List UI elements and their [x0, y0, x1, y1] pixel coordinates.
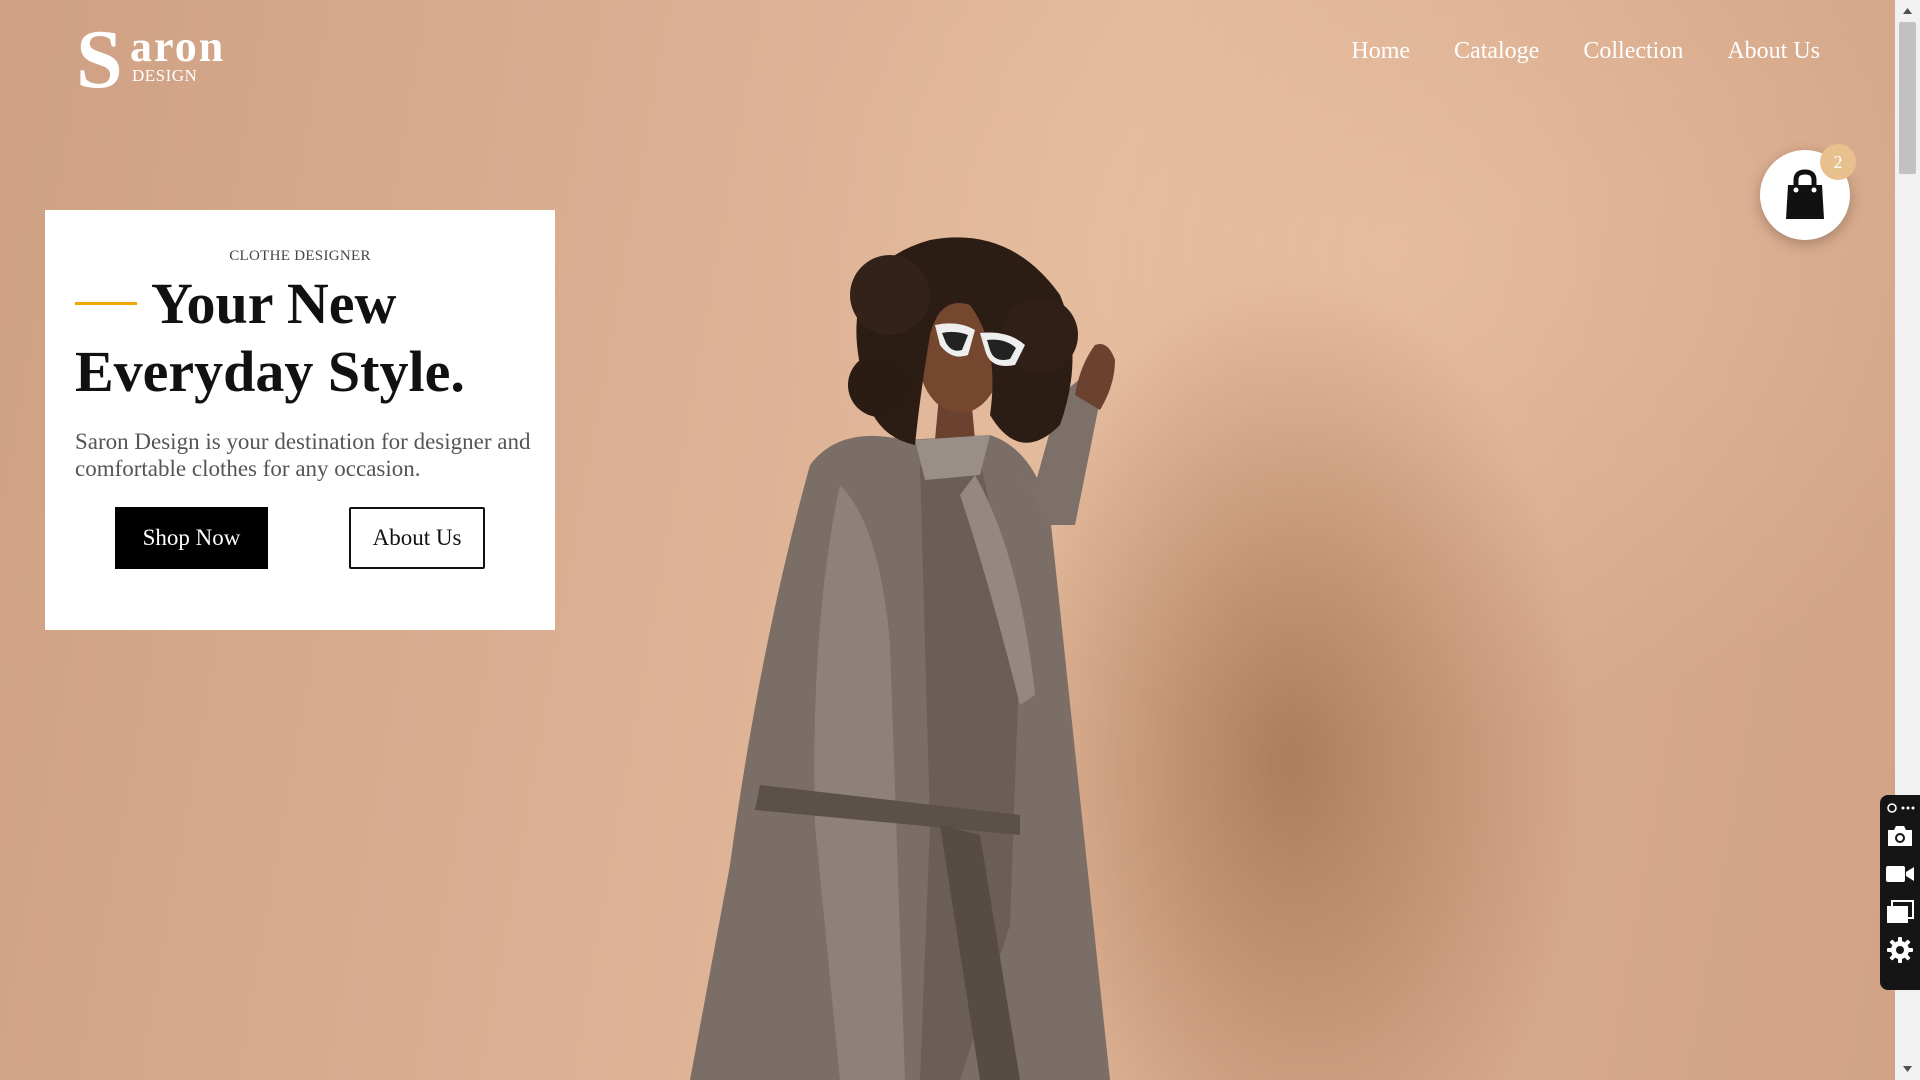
shopping-bag-icon	[1786, 169, 1824, 219]
scroll-thumb[interactable]	[1899, 22, 1916, 174]
camera-icon	[1888, 826, 1912, 846]
toolbar-menu[interactable]	[1886, 799, 1915, 817]
capture-toolbar	[1880, 795, 1920, 990]
video-icon	[1886, 866, 1914, 882]
cart-button[interactable]: 2	[1760, 144, 1856, 240]
screenshot-button[interactable]	[1883, 817, 1917, 855]
shop-now-button[interactable]: Shop Now	[115, 507, 268, 569]
window-icon	[1887, 900, 1914, 923]
nav-cataloge[interactable]: Cataloge	[1454, 38, 1539, 65]
logo-subtitle: DESIGN	[132, 66, 198, 85]
link-icon	[1886, 803, 1897, 813]
record-button[interactable]	[1883, 855, 1917, 893]
hero-description: Saron Design is your destination for des…	[75, 429, 531, 481]
window-capture-button[interactable]	[1883, 893, 1917, 931]
hero-headline: Your New Everyday Style.	[75, 270, 545, 406]
gear-icon	[1887, 937, 1913, 963]
nav-home[interactable]: Home	[1351, 38, 1410, 65]
scroll-down-arrow[interactable]	[1895, 1060, 1920, 1078]
more-icon	[1901, 806, 1914, 810]
hero-eyebrow: CLOTHE DESIGNER	[229, 248, 371, 264]
hero-card: CLOTHE DESIGNER Your New Everyday Style.…	[45, 210, 555, 630]
cart-count-badge: 2	[1820, 144, 1856, 180]
scroll-up-arrow[interactable]	[1895, 2, 1920, 20]
logo-word: aron	[130, 22, 226, 71]
about-us-button[interactable]: About Us	[349, 507, 485, 569]
nav-collection[interactable]: Collection	[1583, 38, 1683, 65]
logo-letter: S	[76, 13, 123, 106]
main-nav: Home Cataloge Collection About Us	[1351, 38, 1820, 65]
hero-section: S aron DESIGN Home Cataloge Collection A…	[0, 0, 1895, 1080]
model-photo	[690, 237, 1115, 1080]
settings-button[interactable]	[1883, 931, 1917, 969]
accent-line	[75, 302, 137, 306]
headline-line-2: Everyday Style.	[75, 339, 465, 404]
headline-line-1: Your New	[151, 271, 397, 336]
nav-about-us[interactable]: About Us	[1727, 38, 1820, 65]
